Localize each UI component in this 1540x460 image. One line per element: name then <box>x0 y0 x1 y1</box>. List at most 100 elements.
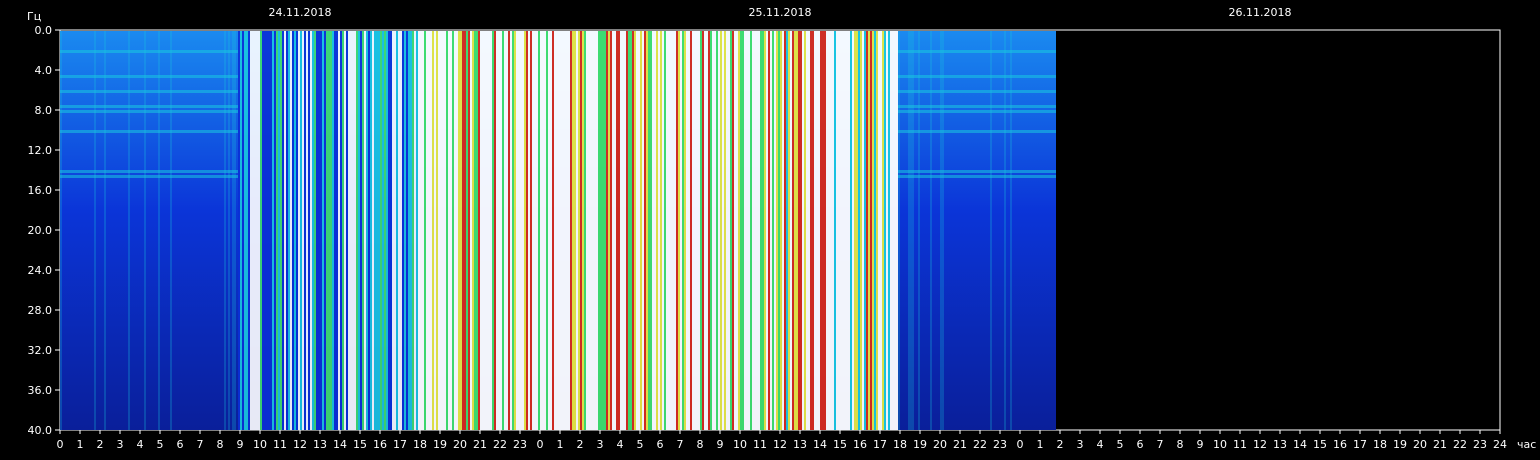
x-tick-label: 10 <box>1213 438 1227 451</box>
heatmap-band <box>898 105 1056 108</box>
heatmap-column <box>452 31 454 430</box>
heatmap-column <box>356 31 358 430</box>
heatmap-band <box>60 105 238 108</box>
heatmap-column <box>514 31 516 430</box>
heatmap-column <box>268 31 270 430</box>
heatmap-column <box>438 31 440 430</box>
x-tick-label: 1 <box>77 438 84 451</box>
heatmap-column <box>422 31 424 430</box>
date-label: 24.11.2018 <box>269 6 332 19</box>
x-tick-label: 0 <box>1017 438 1024 451</box>
heatmap-column <box>448 31 450 430</box>
heatmap-column <box>716 31 718 430</box>
x-tick-label: 10 <box>733 438 747 451</box>
heatmap-column <box>576 31 578 430</box>
heatmap-column <box>854 31 856 430</box>
heatmap-column <box>680 31 682 430</box>
heatmap-column <box>264 31 266 430</box>
heatmap-column <box>772 31 774 430</box>
heatmap-column <box>896 31 898 430</box>
heatmap-column <box>870 31 872 430</box>
heatmap-column <box>296 31 298 430</box>
y-axis: 0.0 4.0 8.0 12.0 16.0 20.0 24.0 28.0 32.0 36.0 40.… <box>28 24 60 437</box>
heatmap-column <box>590 31 592 430</box>
heatmap-column <box>754 31 756 430</box>
heatmap-column <box>600 31 602 430</box>
x-tick-label: 15 <box>1313 438 1327 451</box>
x-tick-label: 17 <box>873 438 887 451</box>
heatmap-column <box>884 31 886 430</box>
y-tick-label: 12.0 <box>28 144 53 157</box>
heatmap-column <box>662 31 664 430</box>
heatmap-column <box>402 31 404 430</box>
heatmap-column <box>306 31 308 430</box>
x-tick-label: 6 <box>177 438 184 451</box>
heatmap-column <box>816 31 818 430</box>
heatmap-column <box>564 31 566 430</box>
heatmap-column <box>744 31 746 430</box>
x-tick-label: 6 <box>657 438 664 451</box>
heatmap-column <box>344 31 346 430</box>
heatmap-column <box>412 31 414 430</box>
heatmap-column <box>684 31 686 430</box>
heatmap-column <box>326 31 328 430</box>
heatmap-column <box>398 31 400 430</box>
x-tick-label: 8 <box>1177 438 1184 451</box>
x-tick-label: 20 <box>1413 438 1427 451</box>
heatmap-column <box>414 31 416 430</box>
heatmap-column <box>464 31 466 430</box>
x-tick-label: 20 <box>933 438 947 451</box>
heatmap-column <box>528 31 530 430</box>
heatmap-column <box>724 31 726 430</box>
heatmap-column <box>840 31 842 430</box>
heatmap-column <box>258 31 260 430</box>
heatmap-column <box>386 31 388 430</box>
heatmap-column <box>456 31 458 430</box>
heatmap-column <box>764 31 766 430</box>
heatmap-column <box>260 31 262 430</box>
x-tick-label: 0 <box>57 438 64 451</box>
heatmap-column <box>610 31 612 430</box>
x-tick-label: 18 <box>1373 438 1387 451</box>
heatmap-column <box>266 31 268 430</box>
heatmap-column <box>524 31 526 430</box>
heatmap-column <box>832 31 834 430</box>
heatmap-column <box>340 31 342 430</box>
x-tick-label: 0 <box>537 438 544 451</box>
x-tick-label: 11 <box>273 438 287 451</box>
heatmap-column <box>892 31 894 430</box>
heatmap-column <box>466 31 468 430</box>
x-tick-label: 12 <box>1253 438 1267 451</box>
heatmap-column <box>424 31 426 430</box>
heatmap-column <box>830 31 832 430</box>
x-tick-label: 10 <box>253 438 267 451</box>
heatmap-column <box>482 31 484 430</box>
x-tick-label: 19 <box>1393 438 1407 451</box>
heatmap-column <box>484 31 486 430</box>
x-tick-label: 14 <box>813 438 827 451</box>
x-tick-label: 11 <box>753 438 767 451</box>
heatmap-column <box>286 31 288 430</box>
heatmap-column <box>462 31 464 430</box>
heatmap-column <box>748 31 750 430</box>
heatmap-column <box>388 31 390 430</box>
heatmap-column <box>396 31 398 430</box>
heatmap-column <box>486 31 488 430</box>
heatmap-column <box>818 31 820 430</box>
heatmap-column <box>420 31 422 430</box>
heatmap-column <box>630 31 632 430</box>
x-tick-label: 22 <box>1453 438 1467 451</box>
heatmap-column <box>698 31 700 430</box>
heatmap-column <box>318 31 320 430</box>
x-tick-label: 7 <box>677 438 684 451</box>
heatmap-column <box>328 31 330 430</box>
heatmap-column <box>824 31 826 430</box>
heatmap-column <box>346 31 348 430</box>
heatmap-column <box>834 31 836 430</box>
heatmap-column <box>536 31 538 430</box>
heatmap-column <box>886 31 888 430</box>
heatmap-column <box>602 31 604 430</box>
heatmap-column <box>522 31 524 430</box>
x-tick-label: 8 <box>697 438 704 451</box>
heatmap-column <box>612 31 614 430</box>
